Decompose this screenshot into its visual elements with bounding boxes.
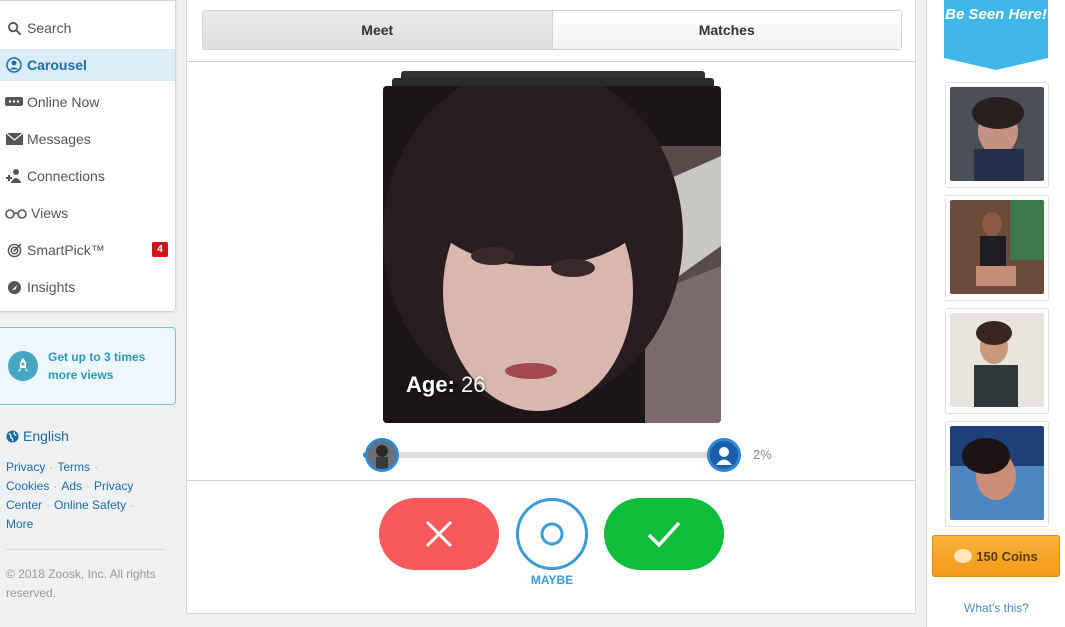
nav-item-label: Views — [31, 205, 69, 221]
nav-item-label: SmartPick™ — [27, 242, 105, 258]
profile-thumbnail-photo — [950, 200, 1044, 294]
circle-icon — [539, 521, 565, 547]
footer-link-terms[interactable]: Terms — [57, 460, 90, 474]
footer-links: Privacy · Terms · Cookies · Ads · Privacy Cente… — [6, 460, 135, 531]
nav-item-messages[interactable]: Messages — [0, 123, 175, 155]
close-icon — [424, 519, 454, 549]
coins-button[interactable]: 150 Coins — [932, 535, 1060, 577]
nav-item-label: Insights — [27, 279, 76, 295]
no-button[interactable] — [379, 498, 499, 570]
banner-text: Be Seen Here! — [945, 6, 1047, 23]
footer-link-more[interactable]: More — [6, 517, 33, 531]
target-icon — [5, 241, 23, 259]
nav-item-label: Carousel — [27, 57, 87, 73]
profile-thumbnail-photo — [950, 87, 1044, 181]
be-seen-here-banner[interactable]: Be Seen Here! — [944, 0, 1048, 70]
footer-link-online-safety[interactable]: Online Safety — [54, 498, 126, 512]
sidebar-nav: Search Carousel Online Now Messages Conn… — [0, 0, 176, 312]
spotlight-profile-thumbnail[interactable] — [945, 308, 1049, 414]
divider — [187, 61, 915, 62]
age-label: Age: 26 — [406, 372, 486, 398]
goal-avatar-icon — [707, 438, 741, 472]
divider — [187, 480, 915, 481]
language-selector[interactable]: English — [6, 428, 69, 444]
insights-icon — [5, 278, 23, 296]
profile-thumbnail-photo — [950, 313, 1044, 407]
nav-item-connections[interactable]: Connections — [0, 160, 175, 192]
age-label-key: Age: — [406, 372, 455, 397]
spotlight-profile-thumbnail[interactable] — [945, 82, 1049, 188]
profile-photo-card[interactable]: Age: 26 — [383, 86, 721, 423]
nav-item-search[interactable]: Search — [0, 12, 175, 44]
progress-percent: 2% — [753, 447, 772, 462]
nav-item-carousel[interactable]: Carousel — [0, 49, 175, 81]
online-now-icon — [5, 93, 23, 111]
check-icon — [646, 520, 682, 548]
nav-item-label: Messages — [27, 131, 91, 147]
search-icon — [5, 19, 23, 37]
globe-icon — [6, 429, 19, 443]
glasses-icon — [5, 204, 27, 222]
nav-item-label: Search — [27, 20, 72, 36]
spotlight-profile-thumbnail[interactable] — [945, 195, 1049, 301]
promo-text: Get up to 3 times more views — [48, 350, 146, 382]
rocket-icon — [8, 351, 38, 381]
footer-link-cookies[interactable]: Cookies — [6, 479, 49, 493]
coins-label: 150 Coins — [976, 548, 1038, 564]
age-value: 26 — [461, 372, 486, 397]
yes-button[interactable] — [604, 498, 724, 570]
nav-item-views[interactable]: Views — [0, 197, 175, 229]
tab-meet[interactable]: Meet — [203, 11, 553, 49]
profile-thumbnail-photo — [950, 426, 1044, 520]
maybe-button[interactable] — [516, 498, 588, 570]
boost-promo[interactable]: Get up to 3 times more views — [0, 327, 176, 405]
footer-link-privacy[interactable]: Privacy — [6, 460, 45, 474]
tab-bar: Meet Matches — [202, 10, 902, 50]
tab-matches[interactable]: Matches — [552, 11, 901, 49]
footer-divider — [6, 549, 166, 550]
nav-item-smartpick[interactable]: SmartPick™ 4 — [0, 234, 175, 266]
current-profile-avatar — [365, 438, 399, 472]
right-sidebar: Be Seen Here! 150 Coins What's this? — [926, 0, 1065, 627]
notification-badge: 4 — [152, 242, 168, 257]
maybe-label: MAYBE — [530, 573, 574, 587]
spotlight-profile-thumbnail[interactable] — [945, 421, 1049, 527]
nav-item-insights[interactable]: Insights — [0, 271, 175, 303]
nav-item-label: Online Now — [27, 94, 100, 110]
nav-item-label: Connections — [27, 168, 105, 184]
connections-icon — [5, 167, 23, 185]
main-panel: Meet Matches Age: 26 2% MAYBE — [186, 0, 916, 614]
whats-this-link[interactable]: What's this? — [927, 601, 1065, 615]
copyright-text: © 2018 Zoosk, Inc. All rights reserved. — [6, 567, 156, 600]
nav-item-online-now[interactable]: Online Now — [0, 86, 175, 118]
envelope-icon — [5, 130, 23, 148]
carousel-icon — [5, 56, 23, 74]
footer-link-ads[interactable]: Ads — [61, 479, 82, 493]
coin-icon — [954, 549, 973, 563]
progress-track — [363, 452, 741, 458]
language-label: English — [23, 428, 69, 444]
